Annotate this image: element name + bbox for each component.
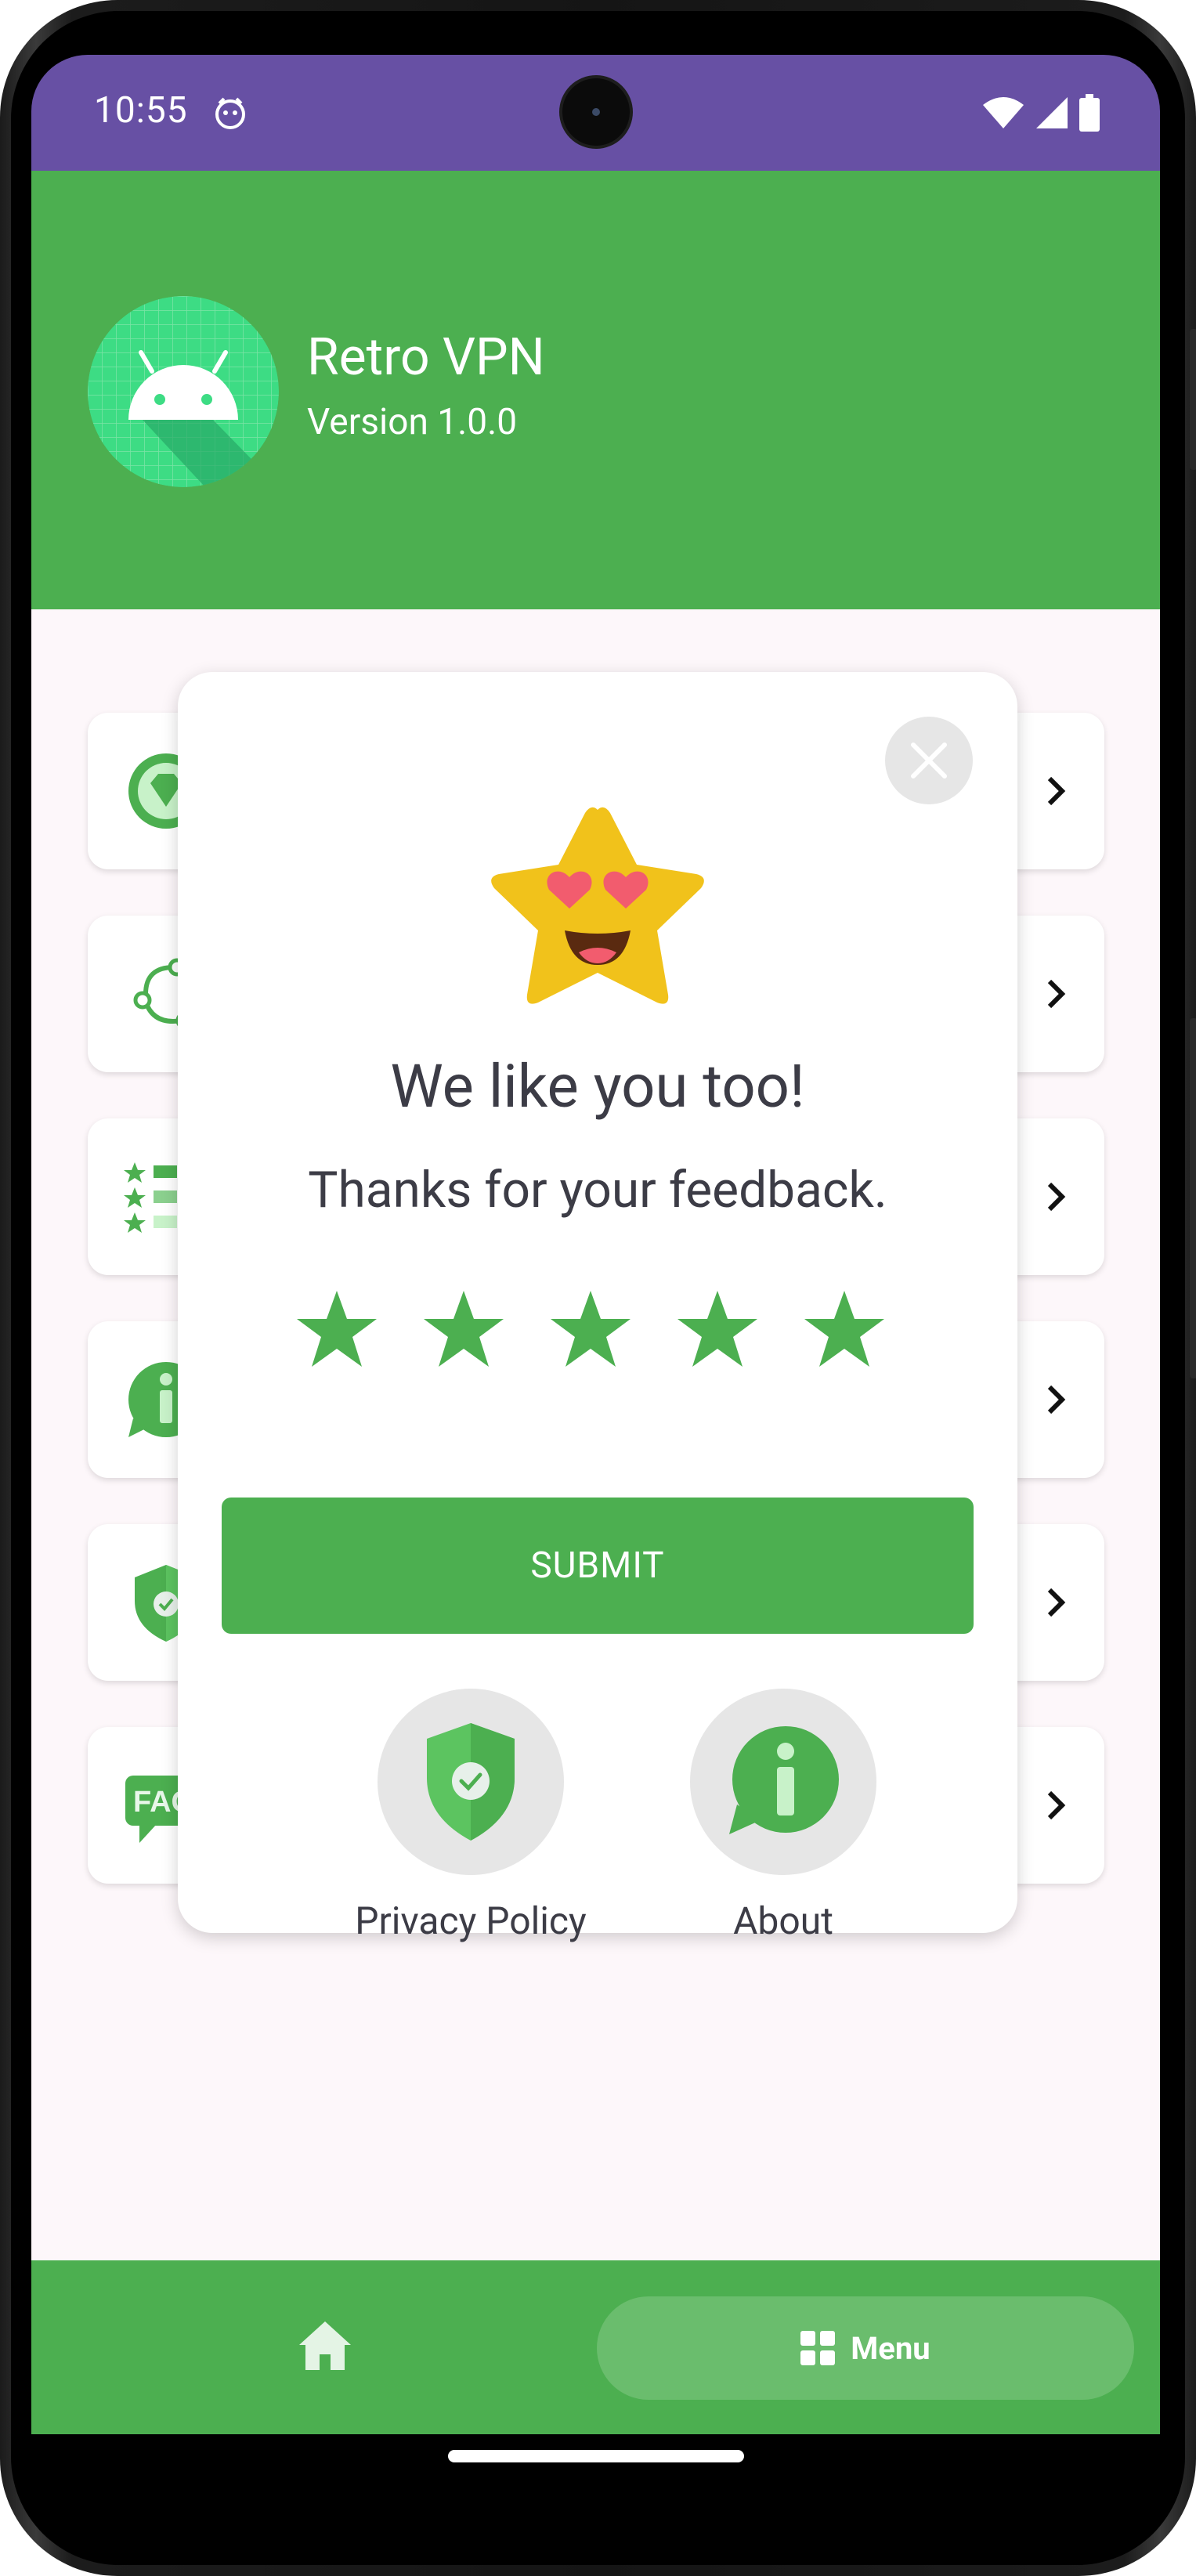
star-rating <box>294 1288 887 1374</box>
rating-star-4[interactable] <box>674 1288 761 1374</box>
privacy-shield-icon <box>427 1723 515 1841</box>
chevron-right-icon <box>1047 1588 1066 1617</box>
rating-star-5[interactable] <box>801 1288 887 1374</box>
status-time: 10:55 <box>94 89 188 132</box>
app-header: Retro VPN Version 1.0.0 <box>31 171 1160 609</box>
front-camera <box>562 78 630 146</box>
device-frame: 10:55 Retro VPN Version 1.0.0 FAQ We lik… <box>0 0 1196 2576</box>
grid-icon <box>800 2331 836 2365</box>
about-button[interactable] <box>690 1689 876 1875</box>
screen: 10:55 Retro VPN Version 1.0.0 FAQ We lik… <box>31 55 1160 2500</box>
gesture-navigation-area <box>31 2434 1160 2500</box>
about-label: About <box>733 1899 833 1943</box>
feedback-dialog: We like you too! Thanks for your feedbac… <box>178 672 1017 1943</box>
rating-star-3[interactable] <box>547 1288 634 1374</box>
info-icon <box>729 1726 839 1834</box>
home-icon[interactable] <box>298 2318 352 2373</box>
chevron-right-icon <box>1047 979 1066 1009</box>
bottom-navigation: Menu <box>31 2260 1160 2434</box>
menu-nav-label: Menu <box>851 2329 930 2367</box>
chevron-right-icon <box>1047 1385 1066 1414</box>
heart-eyes-star-icon <box>491 807 704 1004</box>
privacy-policy-label: Privacy Policy <box>355 1899 587 1943</box>
submit-button[interactable]: SUBMIT <box>222 1498 974 1634</box>
power-button <box>1190 329 1196 470</box>
chevron-right-icon <box>1047 1182 1066 1212</box>
smiley-notification-icon <box>215 97 245 129</box>
rating-star-1[interactable] <box>294 1288 380 1374</box>
status-icons <box>981 94 1100 132</box>
app-version: Version 1.0.0 <box>307 401 518 443</box>
chevron-right-icon <box>1047 1790 1066 1820</box>
status-bar: 10:55 <box>31 55 1160 171</box>
close-icon <box>911 742 947 779</box>
chevron-right-icon <box>1047 776 1066 806</box>
menu-nav-button[interactable]: Menu <box>597 2296 1134 2400</box>
app-title: Retro VPN <box>307 327 545 388</box>
signal-icon <box>1036 97 1068 128</box>
privacy-policy-button[interactable] <box>378 1689 564 1875</box>
volume-button <box>1190 1018 1196 1378</box>
rating-star-2[interactable] <box>421 1288 507 1374</box>
dialog-subtitle: Thanks for your feedback. <box>308 1161 887 1219</box>
wifi-icon <box>983 97 1024 128</box>
dialog-title: We like you too! <box>390 1051 805 1122</box>
android-logo-icon <box>88 296 279 487</box>
close-button[interactable] <box>885 717 973 804</box>
gesture-handle[interactable] <box>448 2450 744 2462</box>
battery-icon <box>1079 94 1100 132</box>
